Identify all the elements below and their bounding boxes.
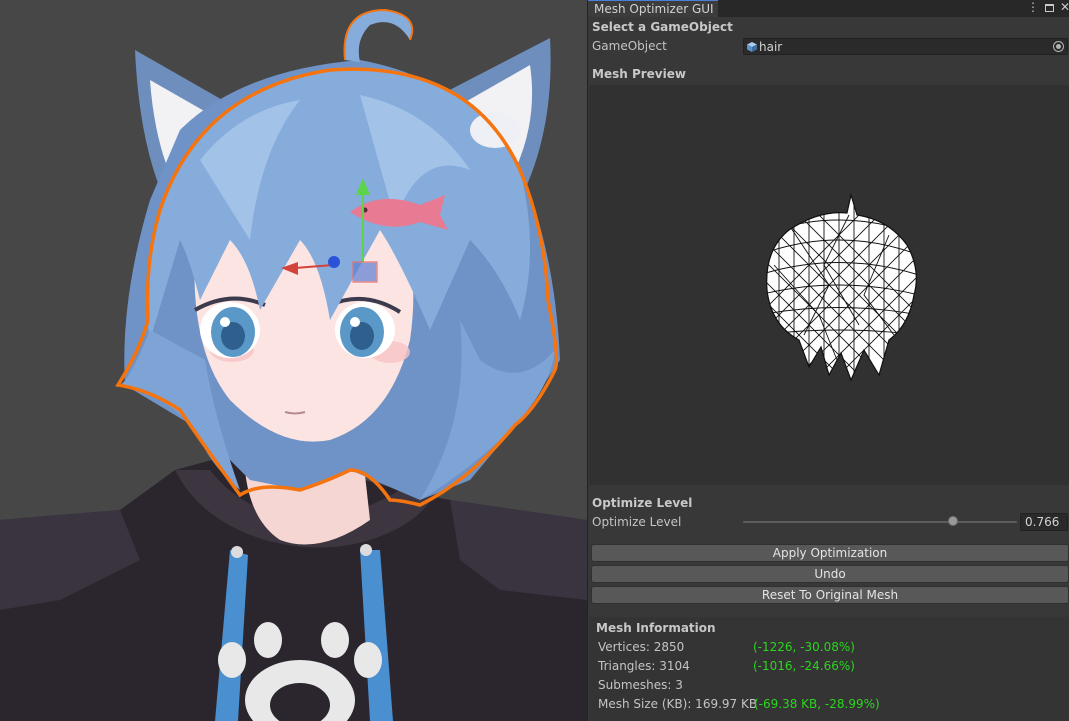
mesh-optimizer-window: Mesh Optimizer GUI ⋮ ✕ Select a GameObje…: [587, 0, 1069, 721]
apply-optimization-button[interactable]: Apply Optimization: [591, 544, 1069, 562]
select-gameobject-heading: Select a GameObject: [592, 20, 733, 34]
object-picker-icon[interactable]: [1053, 41, 1064, 52]
mesh-size-diff: (-69.38 KB, -28.99%): [754, 697, 880, 711]
scene-render: [0, 8, 587, 721]
gameobject-label: GameObject: [592, 39, 667, 53]
optimize-level-heading: Optimize Level: [592, 496, 693, 510]
scene-view[interactable]: [0, 0, 587, 721]
triangles-label: Triangles: 3104: [598, 659, 690, 673]
mesh-preview-viewport[interactable]: [589, 85, 1069, 485]
gameobject-field-value: hair: [759, 40, 783, 54]
optimize-level-label: Optimize Level: [592, 515, 682, 529]
gameobject-field[interactable]: hair: [743, 38, 1068, 55]
wireframe-mesh: [766, 192, 917, 382]
vertices-diff: (-1226, -30.08%): [753, 640, 855, 654]
mesh-preview-heading: Mesh Preview: [592, 67, 686, 81]
undo-button[interactable]: Undo: [591, 565, 1069, 583]
optimize-level-value-field[interactable]: 0.766: [1020, 513, 1068, 531]
submeshes-label: Submeshes: 3: [598, 678, 683, 692]
reset-mesh-button[interactable]: Reset To Original Mesh: [591, 586, 1069, 604]
close-icon[interactable]: ✕: [1057, 0, 1069, 17]
window-tab-bar: Mesh Optimizer GUI ⋮ ✕: [588, 0, 1069, 17]
vertices-label: Vertices: 2850: [598, 640, 685, 654]
more-options-icon[interactable]: ⋮: [1025, 0, 1041, 17]
optimize-level-slider-thumb[interactable]: [947, 516, 958, 526]
optimize-level-slider-track[interactable]: [743, 521, 1017, 523]
window-tab[interactable]: Mesh Optimizer GUI: [588, 0, 718, 17]
editor-root: Mesh Optimizer GUI ⋮ ✕ Select a GameObje…: [0, 0, 1069, 721]
mesh-size-label: Mesh Size (KB): 169.97 KB: [598, 697, 758, 711]
mesh-information-heading: Mesh Information: [596, 621, 716, 635]
maximize-icon[interactable]: [1041, 0, 1057, 17]
triangles-diff: (-1016, -24.66%): [753, 659, 855, 673]
mesh-information-box: Mesh Information Vertices: 2850 (-1226, …: [589, 617, 1069, 721]
gameobject-cube-icon: [747, 42, 757, 52]
